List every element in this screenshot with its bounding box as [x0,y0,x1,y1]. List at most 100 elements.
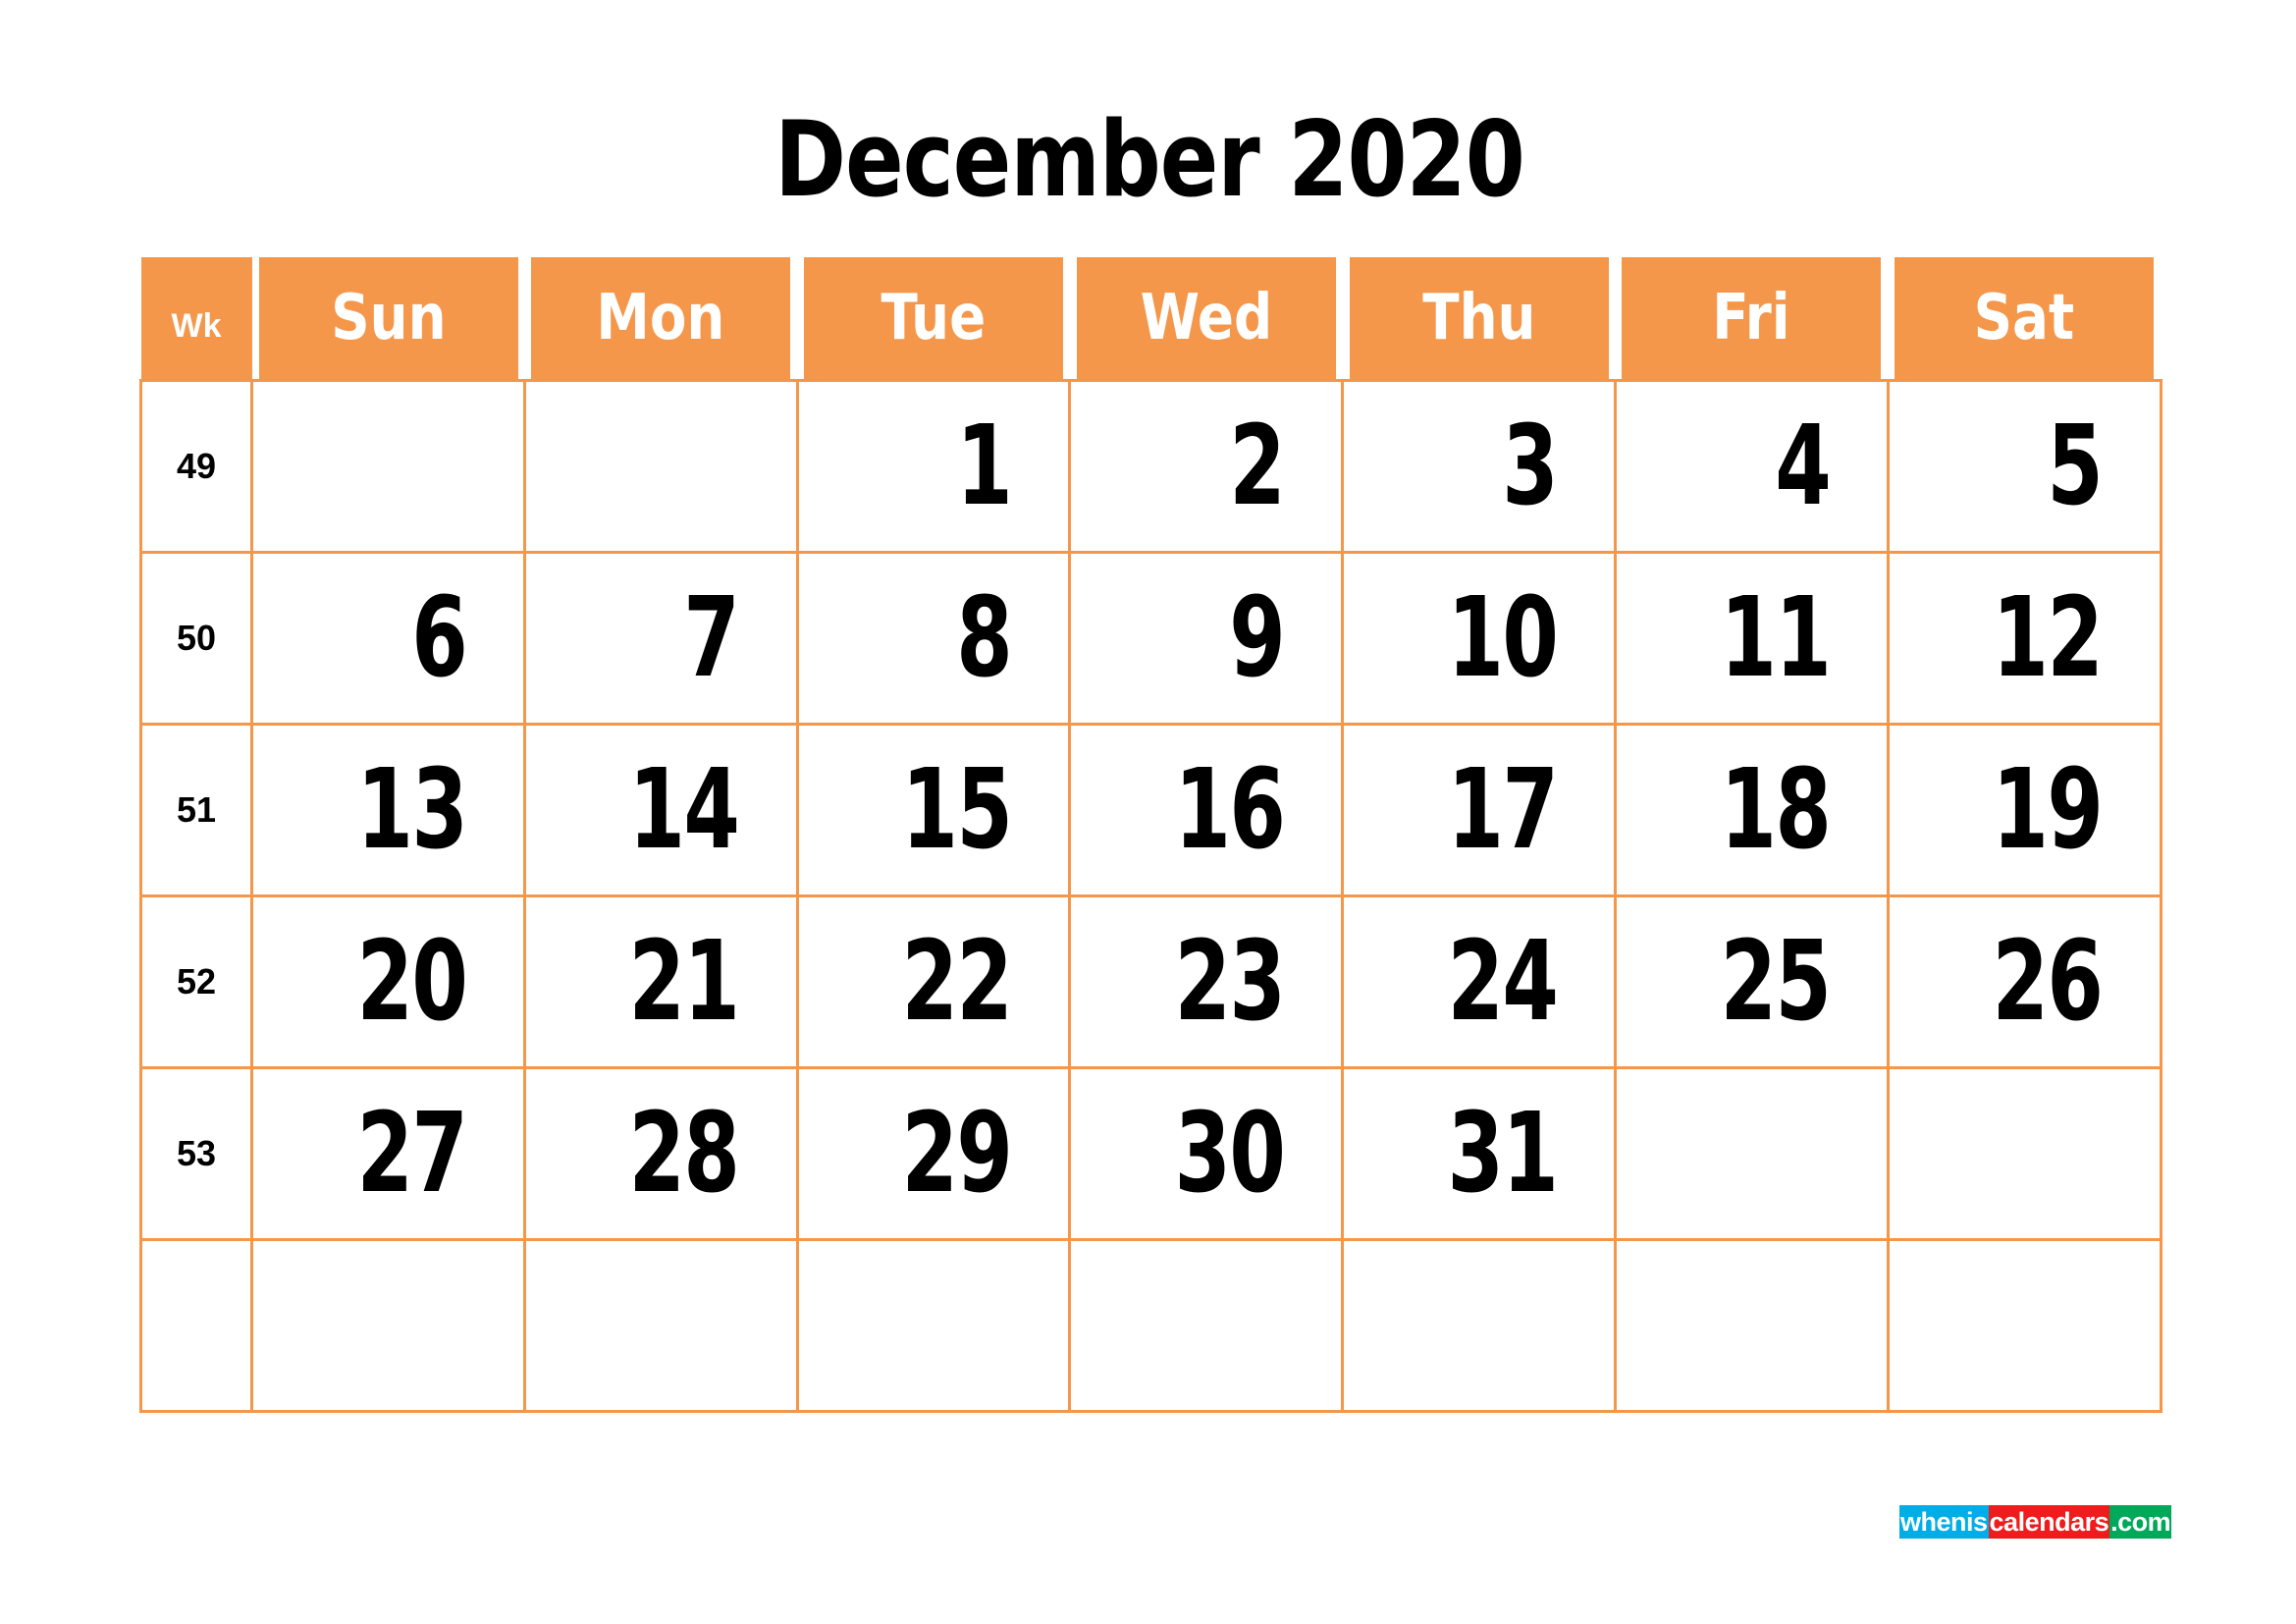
day-number: 27 [356,1090,467,1218]
day-cell[interactable]: 28 [522,1066,799,1241]
day-cell[interactable] [522,379,799,554]
day-number: 31 [1447,1090,1558,1218]
day-number: 7 [683,574,740,702]
day-cell[interactable]: 30 [1068,1066,1345,1241]
day-cell[interactable] [1886,1066,2163,1241]
day-cell[interactable] [1341,1238,1617,1413]
day-cell[interactable]: 18 [1613,723,1890,897]
day-cell[interactable] [795,1238,1072,1413]
day-cell[interactable]: 25 [1613,894,1890,1069]
day-cell[interactable] [1613,1238,1890,1413]
week-row: 52 20 21 22 23 24 25 26 [139,894,2163,1069]
day-cell[interactable]: 15 [795,723,1072,897]
day-number: 1 [956,403,1013,530]
day-cell[interactable]: 21 [522,894,799,1069]
day-number: 29 [901,1090,1013,1218]
header-day-tue: Tue [804,257,1063,381]
logo-part-whenis: whenis [1899,1505,1989,1539]
site-logo[interactable]: whenis calendars .com [1899,1505,2172,1539]
day-cell[interactable]: 4 [1613,379,1890,554]
week-row: 50 6 7 8 9 10 11 12 [139,551,2163,726]
week-number: 53 [139,1066,253,1241]
day-number: 2 [1229,403,1285,530]
day-number: 16 [1174,746,1285,874]
day-number: 11 [1720,574,1831,702]
day-cell[interactable]: 24 [1341,894,1617,1069]
week-row: 51 13 14 15 16 17 18 19 [139,723,2163,897]
day-cell[interactable]: 31 [1341,1066,1617,1241]
day-number: 15 [901,746,1013,874]
day-cell[interactable]: 22 [795,894,1072,1069]
day-cell[interactable]: 10 [1341,551,1617,726]
day-cell[interactable]: 20 [250,894,526,1069]
day-cell[interactable] [250,1238,526,1413]
logo-part-com: .com [2109,1505,2172,1539]
day-number: 4 [1774,403,1831,530]
day-number: 30 [1174,1090,1285,1218]
day-number: 26 [1992,918,2104,1046]
week-row: 53 27 28 29 30 31 [139,1066,2163,1241]
day-cell[interactable]: 11 [1613,551,1890,726]
day-cell[interactable] [1068,1238,1345,1413]
day-number: 13 [356,746,467,874]
week-number: 50 [139,551,253,726]
week-number [139,1238,253,1413]
day-cell[interactable]: 5 [1886,379,2163,554]
day-cell[interactable]: 17 [1341,723,1617,897]
calendar-page: December 2020 Wk Sun Mon Tue Wed Thu Fri… [0,0,2296,1624]
day-cell[interactable]: 16 [1068,723,1345,897]
day-number: 19 [1992,746,2104,874]
calendar-header-row: Wk Sun Mon Tue Wed Thu Fri Sat [140,257,2162,381]
day-cell[interactable]: 23 [1068,894,1345,1069]
day-number: 21 [628,918,740,1046]
header-day-sat: Sat [1895,257,2155,381]
day-number: 9 [1229,574,1285,702]
day-cell[interactable]: 1 [795,379,1072,554]
day-number: 5 [2047,403,2104,530]
header-day-sun: Sun [258,257,518,381]
day-cell[interactable]: 26 [1886,894,2163,1069]
day-cell[interactable] [1613,1066,1890,1241]
day-number: 22 [901,918,1013,1046]
day-number: 6 [410,574,467,702]
day-cell[interactable]: 2 [1068,379,1345,554]
day-number: 24 [1447,918,1558,1046]
day-number: 28 [628,1090,740,1218]
day-number: 8 [956,574,1013,702]
day-cell[interactable]: 9 [1068,551,1345,726]
day-cell[interactable]: 27 [250,1066,526,1241]
header-week-label: Wk [140,257,252,381]
day-number: 20 [356,918,467,1046]
day-number: 3 [1502,403,1558,530]
week-number: 51 [139,723,253,897]
day-cell[interactable]: 14 [522,723,799,897]
day-number: 14 [628,746,740,874]
page-title: December 2020 [774,99,1525,220]
day-cell[interactable]: 19 [1886,723,2163,897]
day-cell[interactable] [250,379,526,554]
calendar-body: 49 1 2 3 4 5 50 6 7 8 9 10 11 12 51 13 1… [139,379,2163,1413]
day-cell[interactable]: 13 [250,723,526,897]
day-cell[interactable] [1886,1238,2163,1413]
day-cell[interactable]: 8 [795,551,1072,726]
header-day-fri: Fri [1622,257,1882,381]
logo-part-calendars: calendars [1988,1505,2110,1539]
day-cell[interactable]: 12 [1886,551,2163,726]
week-row [139,1238,2163,1413]
day-cell[interactable]: 7 [522,551,799,726]
day-number: 23 [1174,918,1285,1046]
header-day-wed: Wed [1076,257,1336,381]
day-number: 17 [1447,746,1558,874]
day-cell[interactable] [522,1238,799,1413]
day-number: 25 [1720,918,1831,1046]
day-cell[interactable]: 3 [1341,379,1617,554]
day-cell[interactable]: 6 [250,551,526,726]
week-number: 49 [139,379,253,554]
day-cell[interactable]: 29 [795,1066,1072,1241]
day-number: 18 [1720,746,1831,874]
week-row: 49 1 2 3 4 5 [139,379,2163,554]
header-day-thu: Thu [1349,257,1609,381]
day-number: 10 [1447,574,1558,702]
header-day-mon: Mon [531,257,791,381]
calendar-grid: Wk Sun Mon Tue Wed Thu Fri Sat 49 1 2 3 … [139,257,2163,1413]
